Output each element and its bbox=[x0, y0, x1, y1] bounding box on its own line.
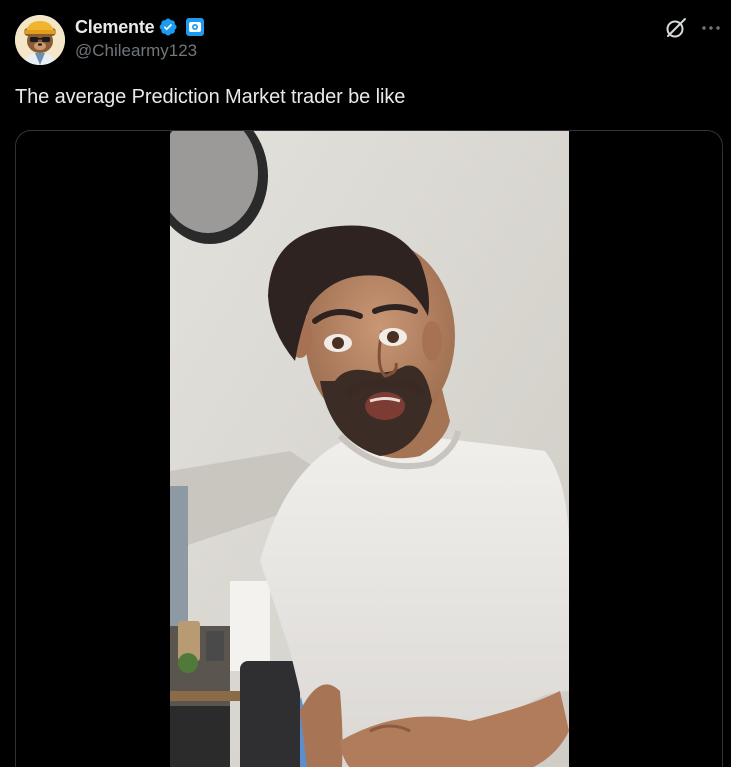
author-display-name[interactable]: Clemente bbox=[75, 17, 155, 38]
video-still-image bbox=[170, 131, 569, 767]
more-options-icon[interactable] bbox=[699, 16, 723, 40]
tweet-card: Clemente @Chilearmy123 The average Predi… bbox=[0, 0, 731, 767]
author-avatar[interactable] bbox=[15, 15, 65, 65]
bear-avatar-icon bbox=[15, 15, 65, 65]
tweet-media-video[interactable] bbox=[15, 130, 723, 767]
tweet-text: The average Prediction Market trader be … bbox=[15, 86, 406, 108]
author-name-row[interactable]: Clemente bbox=[75, 15, 205, 39]
video-frame[interactable] bbox=[170, 131, 569, 767]
verified-badge-icon[interactable] bbox=[158, 17, 178, 37]
author-handle[interactable]: @Chilearmy123 bbox=[75, 41, 197, 61]
affiliate-badge-icon[interactable] bbox=[185, 17, 205, 37]
grok-icon[interactable] bbox=[664, 16, 688, 40]
